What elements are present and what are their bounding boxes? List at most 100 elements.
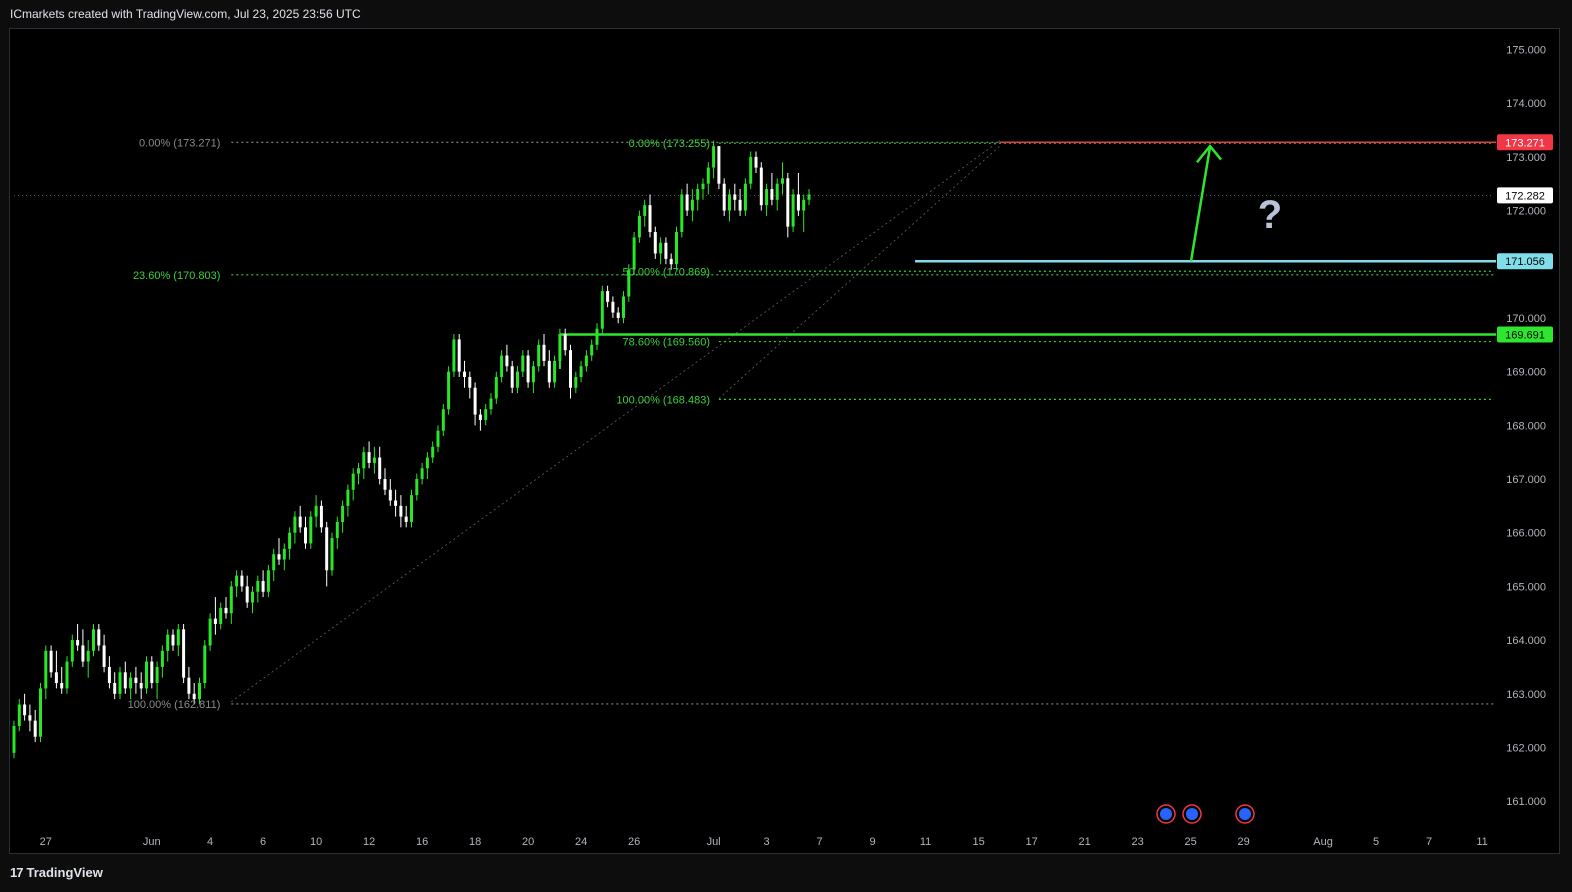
y-tick-label: 166.000 — [1506, 528, 1546, 540]
price-label-resistance: 173.271 — [1497, 134, 1553, 151]
candle-body — [431, 446, 435, 458]
candle — [341, 500, 345, 533]
candle-body — [680, 194, 684, 233]
candle — [500, 350, 504, 383]
candle-body — [309, 516, 313, 544]
candle — [722, 178, 726, 216]
candle-body — [266, 570, 270, 592]
candle — [738, 189, 742, 216]
event-marker-dot — [1239, 808, 1251, 820]
candle — [791, 189, 795, 233]
candle-body — [176, 629, 180, 646]
candle — [420, 462, 424, 485]
candle — [447, 366, 451, 415]
x-tick-label: 7 — [817, 836, 823, 848]
x-tick-label: 7 — [1426, 836, 1432, 848]
x-tick-label: 9 — [870, 836, 876, 848]
candle-body — [219, 607, 223, 624]
candle — [590, 339, 594, 361]
y-tick-label: 165.000 — [1506, 581, 1546, 593]
x-tick-label: 11 — [920, 836, 931, 848]
candle-body — [441, 409, 445, 431]
x-tick-label: 3 — [764, 836, 770, 848]
candle-body — [383, 479, 387, 490]
candle-body — [749, 156, 753, 184]
footer-bar — [0, 856, 1572, 892]
candle-body — [510, 366, 514, 388]
candle-body — [304, 527, 307, 544]
tradingview-logo[interactable]: 17 TradingView — [10, 865, 103, 880]
candle-body — [653, 232, 657, 254]
candle — [97, 623, 101, 651]
candle — [335, 516, 339, 549]
candle — [431, 441, 435, 463]
candle-body — [404, 516, 408, 522]
candle-body — [367, 452, 371, 463]
candlestick-chart[interactable]: 175.000174.000173.000172.000171.000170.0… — [0, 0, 1572, 892]
price-label-text: 173.271 — [1505, 137, 1545, 149]
candle-body — [76, 640, 80, 646]
candle-body — [224, 607, 228, 614]
candle-body — [457, 339, 461, 372]
candle-body — [802, 199, 806, 211]
candle — [123, 661, 127, 694]
price-label-support: 171.056 — [1497, 253, 1553, 270]
x-tick-label: 18 — [469, 836, 481, 848]
y-tick-label: 172.000 — [1506, 206, 1546, 218]
candle-body — [415, 479, 419, 496]
price-label-text: 169.691 — [1505, 330, 1545, 342]
candle-body — [92, 629, 95, 651]
x-tick-label: 10 — [310, 836, 322, 848]
candle-body — [102, 645, 106, 667]
candle-body — [208, 618, 212, 646]
candle-body — [505, 355, 509, 367]
x-tick-label: 11 — [1476, 836, 1487, 848]
candle — [569, 344, 572, 399]
y-tick-label: 175.000 — [1506, 44, 1546, 56]
candle — [203, 640, 207, 689]
x-tick-label: 6 — [260, 836, 266, 848]
candle-body — [256, 581, 260, 592]
y-tick-label: 170.000 — [1506, 313, 1546, 325]
x-tick-label: 15 — [972, 836, 984, 848]
candle — [23, 693, 27, 721]
candle-body — [65, 661, 69, 689]
candle — [457, 334, 461, 377]
candle-body — [123, 672, 127, 689]
candle-body — [722, 183, 726, 211]
candle — [399, 495, 403, 528]
candle — [574, 371, 578, 394]
y-tick-label: 169.000 — [1506, 367, 1546, 379]
candle — [775, 178, 779, 211]
candle — [579, 360, 583, 383]
candle-body — [362, 452, 366, 469]
candle-body — [537, 344, 541, 367]
candle-body — [775, 183, 779, 200]
candle — [150, 656, 154, 689]
candle-body — [463, 371, 466, 377]
candle-body — [728, 194, 731, 211]
candle-body — [245, 586, 249, 603]
candle-body — [44, 650, 48, 689]
candle — [542, 334, 546, 367]
candle-body — [86, 650, 90, 662]
candle — [547, 350, 551, 388]
candle — [441, 403, 445, 437]
candle — [584, 350, 588, 372]
candle — [463, 360, 466, 388]
candle — [733, 183, 737, 211]
candle — [187, 666, 191, 700]
candle-body — [494, 376, 498, 399]
candle-body — [235, 575, 239, 587]
candle-body — [738, 199, 742, 211]
candle — [531, 360, 535, 394]
candle — [235, 570, 239, 598]
candle-body — [372, 457, 376, 463]
candle — [706, 162, 710, 195]
candle-body — [97, 629, 101, 646]
price-label-level: 169.691 — [1497, 326, 1553, 343]
candle-body — [293, 516, 297, 533]
candle-body — [542, 344, 546, 361]
candle — [637, 210, 641, 243]
candle — [468, 371, 472, 399]
